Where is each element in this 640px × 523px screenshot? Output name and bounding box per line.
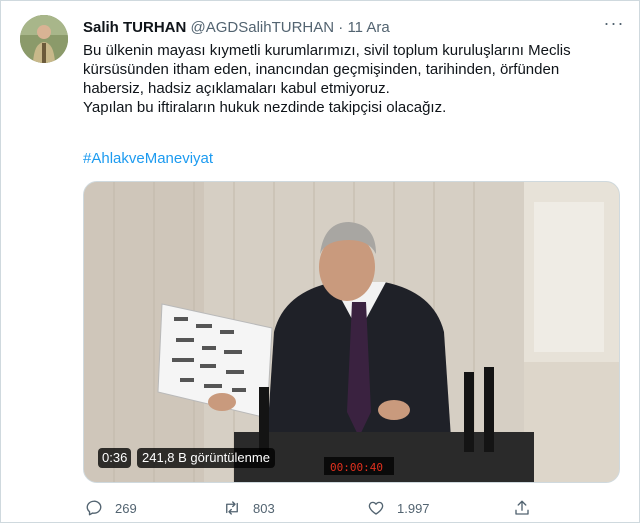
video-views: 241,8 B görüntülenme <box>137 448 275 468</box>
retweet-icon <box>226 501 238 515</box>
tweet-header: Salih TURHAN @AGDSalihTURHAN · 11 Ara <box>83 18 625 38</box>
separator-dot: · <box>338 19 344 36</box>
author-handle[interactable]: @AGDSalihTURHAN <box>191 19 335 36</box>
podium-timer: 00:00:40 <box>330 461 383 474</box>
author-name[interactable]: Salih TURHAN <box>83 19 186 36</box>
video-duration: 0:36 <box>98 448 132 468</box>
video-frame: 00:00:40 <box>84 182 619 482</box>
like-icon <box>368 501 384 515</box>
share-icon <box>515 500 529 515</box>
tweet-card[interactable]: Salih TURHAN @AGDSalihTURHAN · 11 Ara ··… <box>0 0 640 523</box>
timestamp[interactable]: 11 Ara <box>347 19 389 36</box>
reply-icon <box>86 500 102 516</box>
hashtag-link[interactable]: #AhlakveManeviyat <box>83 149 213 168</box>
share-button[interactable] <box>513 497 543 519</box>
reply-count: 269 <box>115 500 137 516</box>
like-button[interactable]: 1.997 <box>367 497 430 519</box>
tweet-text: Bu ülkenin mayası kıymetli kurumlarımızı… <box>83 42 571 116</box>
like-count: 1.997 <box>397 500 430 516</box>
video-player[interactable]: 00:00:40 0:36 241,8 B görüntülenme <box>83 181 620 483</box>
more-icon[interactable]: ··· <box>603 14 625 36</box>
retweet-button[interactable]: 803 <box>223 497 275 519</box>
avatar-photo <box>20 15 68 63</box>
reply-button[interactable]: 269 <box>85 497 137 519</box>
retweet-count: 803 <box>253 500 275 516</box>
tweet-actions: 269 803 1.997 <box>83 497 563 519</box>
avatar[interactable] <box>20 15 68 63</box>
